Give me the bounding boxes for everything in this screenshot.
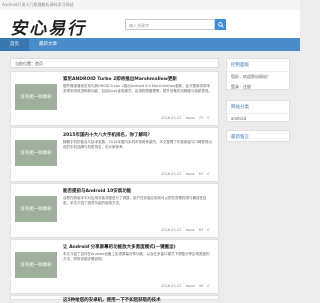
post-meta: 2016-03-22 zippo 40 0 — [161, 284, 209, 288]
nav-latest[interactable]: 最新文章 — [29, 38, 67, 51]
post-title[interactable]: 这5种给您的安卓机，使用一下不如您获取的技术 — [63, 297, 213, 303]
sidebar-categories: 网站分类 android — [226, 100, 290, 122]
post-date: 2016-03-22 — [161, 228, 182, 232]
post-card: 没有图一样精彩 让 Android 分享屏幕的功能放大多宽度模式(一键搬运) 本… — [10, 239, 219, 294]
site-header: 安心易行 输入关键字 — [0, 10, 300, 39]
post-author[interactable]: zippo — [185, 284, 194, 288]
post-card: 没有图一样精彩 索尼ANDROID Turbo 2即将推出Marshmallow… — [10, 71, 219, 126]
top-info-bar: Android开发人门原理解析源码学习网站 — [0, 0, 300, 10]
post-excerpt: 随着手机的普及与技术发展，2015年国内手机市场竞争激烈。本文整理了年度销量与口… — [63, 140, 212, 149]
post-comments[interactable]: 0 — [207, 116, 209, 120]
post-excerpt: 谷歌在新版本中对应用安装流程进行了调整，用户在安装应用前可以预先查看权限与兼容性… — [63, 196, 207, 205]
post-card: 没有图一样精彩 2015年国内十大八大手机排名，你了解吗？ 随着手机的普及与技术… — [10, 127, 219, 182]
post-meta: 2016-03-22 zippo 62 0 — [161, 172, 209, 176]
search-icon — [217, 21, 224, 28]
post-date: 2016-03-22 — [161, 284, 182, 288]
sidebar-recent-comments: 最新留言 — [226, 130, 290, 142]
sidebar-control-panel: 控制面板 您好，欢迎到访网站！ 登录 · 注册 — [226, 58, 290, 90]
sidebar-title: 控制面板 — [227, 59, 289, 72]
post-author[interactable]: zippo — [185, 116, 194, 120]
post-excerpt: 据外媒报道索尼将为其DROID Turbo 2推出Android 6.0 Mar… — [63, 84, 212, 93]
post-title[interactable]: 能否提前与Android 10安装功能 — [63, 188, 213, 194]
post-date: 2016-03-22 — [161, 172, 182, 176]
login-link[interactable]: 登录 · 注册 — [227, 82, 289, 92]
search-button[interactable] — [215, 19, 226, 30]
post-title[interactable]: 索尼ANDROID Turbo 2即将推出Marshmallow更新 — [63, 76, 213, 82]
post-title[interactable]: 2015年国内十大八大手机排名，你了解吗？ — [63, 132, 213, 138]
post-date: 2016-03-22 — [161, 116, 182, 120]
post-meta: 2016-03-22 zippo 63 0 — [161, 228, 209, 232]
post-thumbnail[interactable]: 没有图一样精彩 — [15, 196, 57, 222]
search-input[interactable]: 输入关键字 — [125, 19, 215, 30]
post-views: 63 — [198, 228, 204, 232]
post-comments[interactable]: 0 — [207, 228, 209, 232]
post-comments[interactable]: 0 — [207, 172, 209, 176]
post-card: 没有图一样精彩 能否提前与Android 10安装功能 谷歌在新版本中对应用安装… — [10, 183, 219, 238]
post-views: 62 — [198, 172, 204, 176]
post-meta: 2016-03-22 zippo 79 0 — [161, 116, 209, 120]
site-logo[interactable]: 安心易行 — [9, 14, 90, 39]
sidebar-title: 网站分类 — [227, 101, 289, 114]
post-title[interactable]: 让 Android 分享屏幕的功能放大多宽度模式(一键搬运) — [63, 244, 213, 250]
main-nav: 首页 最新文章 — [0, 38, 300, 51]
nav-home[interactable]: 首页 — [0, 38, 29, 51]
post-comments[interactable]: 0 — [207, 284, 209, 288]
post-thumbnail[interactable]: 没有图一样精彩 — [15, 84, 57, 110]
post-excerpt: 本文介绍了如何在Android设备上实现屏幕分享功能，以及在多窗口模式下调整分享… — [63, 252, 210, 261]
post-thumbnail[interactable]: 没有图一样精彩 — [15, 140, 57, 166]
post-thumbnail[interactable]: 没有图一样精彩 — [15, 252, 57, 278]
post-views: 40 — [198, 284, 204, 288]
sidebar-text: 您好，欢迎到访网站！ — [231, 74, 271, 79]
post-author[interactable]: zippo — [185, 228, 194, 232]
post-card: 这5种给您的安卓机，使用一下不如您获取的技术 — [10, 295, 219, 303]
category-link[interactable]: android — [227, 114, 289, 123]
sidebar-title: 最新留言 — [231, 135, 249, 140]
breadcrumb: 当前位置：首页 — [10, 58, 219, 68]
post-views: 79 — [198, 116, 204, 120]
post-author[interactable]: zippo — [185, 172, 194, 176]
